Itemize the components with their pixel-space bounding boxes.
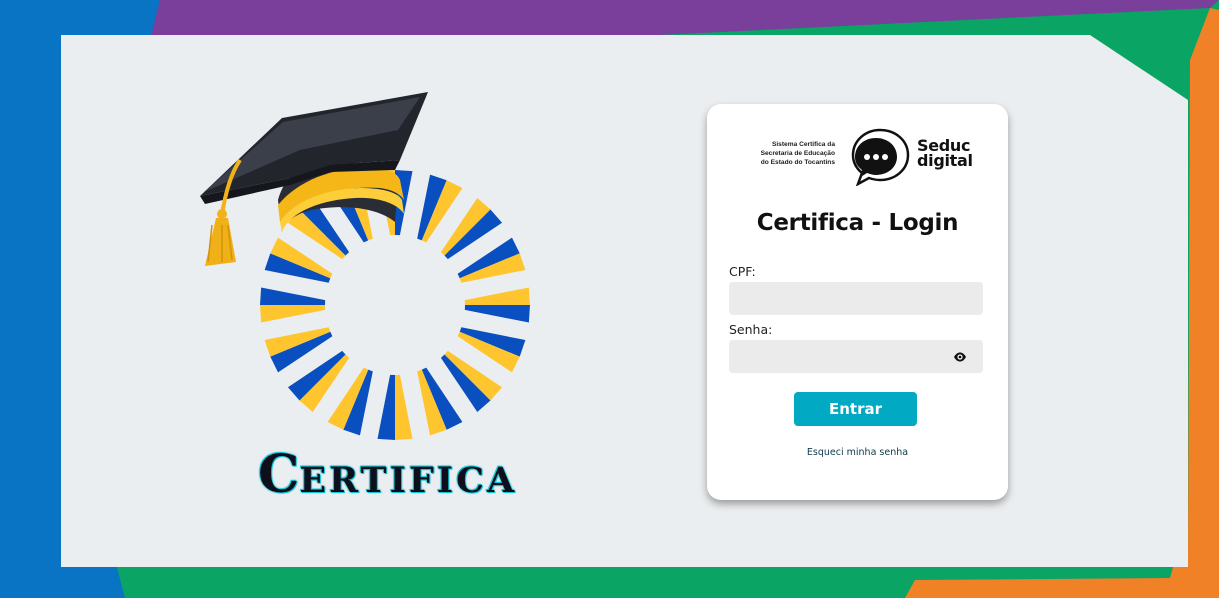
header-logos: Sistema Certifica da Secretaria de Educa…: [747, 126, 987, 186]
sunburst-ray: [260, 287, 326, 305]
sunburst-ray: [395, 374, 413, 440]
main-panel: [61, 35, 1188, 567]
sunburst-ray: [464, 305, 530, 323]
chat-bubble-icon: [851, 128, 910, 186]
system-line-1: Sistema Certifica da: [771, 141, 835, 148]
brand-rest: ERTIFICA: [299, 460, 518, 501]
entrar-button[interactable]: Entrar: [794, 392, 917, 426]
eye-icon[interactable]: [953, 350, 967, 364]
brand-first-letter: C: [258, 444, 300, 505]
forgot-password-link[interactable]: Esqueci minha senha: [707, 447, 1008, 458]
seduc-digital-logo: Seduc digital: [917, 138, 973, 170]
sunburst-ray: [260, 305, 326, 323]
seduc-line2: digital: [917, 151, 973, 170]
login-card: Sistema Certifica da Secretaria de Educa…: [707, 104, 1008, 500]
brand-wordmark: CERTIFICA: [258, 444, 517, 505]
system-line-2: Secretaria de Educação: [760, 150, 835, 157]
cpf-label: CPF:: [729, 264, 756, 279]
sunburst-ray: [464, 287, 530, 305]
senha-input[interactable]: [729, 340, 983, 373]
sunburst-ray: [377, 374, 395, 440]
system-line-3: do Estado do Tocantins: [760, 159, 835, 166]
page-title: Certifica - Login: [756, 210, 959, 236]
cpf-input[interactable]: [729, 282, 983, 315]
system-description: Sistema Certifica da Secretaria de Educa…: [747, 140, 835, 167]
senha-label: Senha:: [729, 322, 773, 337]
